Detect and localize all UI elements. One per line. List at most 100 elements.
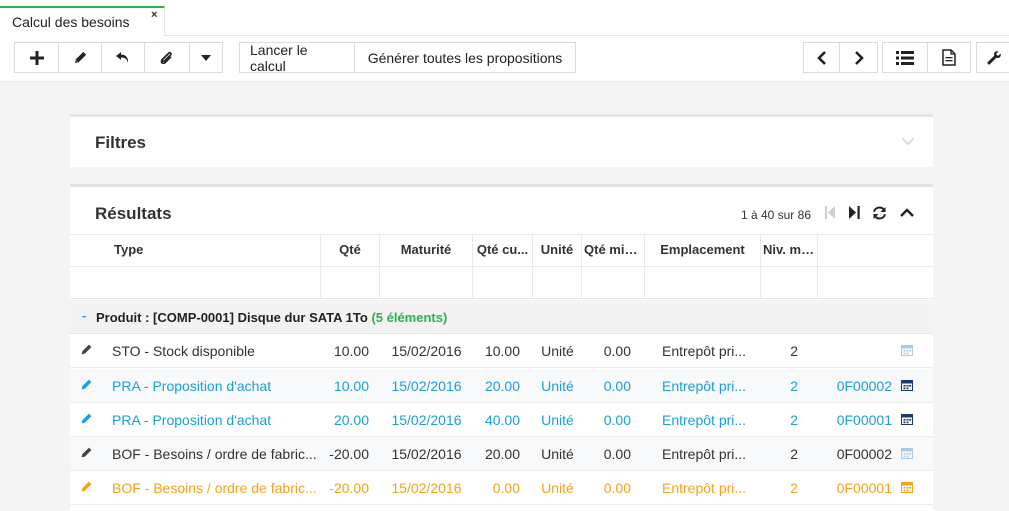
filter-row — [70, 267, 933, 299]
results-table-header: Type Qté Maturité Qté cu... Unité Qté mi… — [70, 234, 933, 267]
table-row[interactable]: BOF - Besoins / ordre de fabric... -20.00… — [70, 437, 933, 471]
list-icon — [896, 50, 914, 65]
list-view-button[interactable] — [882, 42, 928, 73]
add-button[interactable] — [14, 42, 59, 73]
cell-unite: Unité — [541, 412, 574, 428]
filter-cell-type[interactable] — [70, 267, 321, 299]
last-page-icon[interactable] — [849, 206, 860, 219]
cell-niv-max: 2 — [790, 412, 798, 428]
cell-type: PRA - Proposition d'achat — [112, 412, 272, 428]
column-header-niv-max[interactable]: Niv. max — [761, 235, 818, 267]
filter-cell-unite[interactable] — [533, 267, 582, 299]
cell-maturite: 15/02/2016 — [391, 412, 462, 428]
plus-icon — [29, 50, 44, 65]
collapse-icon[interactable] — [900, 208, 914, 217]
previous-button[interactable] — [803, 42, 840, 73]
cell-niv-max: 2 — [790, 446, 798, 462]
generate-proposals-button[interactable]: Générer toutes les propositions — [354, 42, 576, 73]
edit-row-icon[interactable] — [80, 480, 93, 493]
pencil-icon — [74, 51, 86, 64]
refresh-icon[interactable] — [872, 206, 887, 220]
chevron-down-icon[interactable] — [901, 137, 915, 146]
group-label: Produit : [COMP-0001] Disque dur SATA 1T… — [96, 310, 448, 325]
tab-strip: Calcul des besoins × — [0, 0, 1009, 36]
cell-niv-max: 2 — [790, 378, 798, 394]
edit-row-icon[interactable] — [80, 378, 93, 391]
tab-close-button[interactable]: × — [151, 9, 157, 21]
caret-down-icon — [201, 54, 211, 61]
cell-type: STO - Stock disponible — [112, 343, 255, 359]
filter-cell-qte-cumulee[interactable] — [473, 267, 533, 299]
cell-qte-min: 0.00 — [603, 343, 631, 359]
cell-reference: 0F00002 — [836, 378, 892, 394]
undo-icon — [116, 51, 129, 63]
calendar-icon[interactable] — [901, 413, 913, 425]
column-header-emplacement[interactable]: Emplacement — [645, 235, 761, 267]
filters-title: Filtres — [95, 133, 147, 152]
column-header-qte[interactable]: Qté — [321, 235, 380, 267]
table-row[interactable]: BOF - Besoins / ordre de fabric... -20.00… — [70, 471, 933, 505]
first-page-icon[interactable] — [825, 206, 835, 219]
chevron-right-icon — [854, 50, 864, 65]
edit-button[interactable] — [58, 42, 102, 73]
cell-reference: 0F00001 — [836, 412, 892, 428]
more-actions-dropdown[interactable] — [189, 42, 223, 73]
cell-qte: -20.00 — [329, 446, 369, 462]
cell-qte-cumulee: 10.00 — [484, 343, 520, 359]
calendar-icon[interactable] — [901, 481, 913, 493]
column-header-qte-cumulee[interactable]: Qté cu... — [473, 235, 533, 267]
cell-niv-max: 2 — [790, 480, 798, 496]
cell-maturite: 15/02/2016 — [391, 446, 462, 462]
group-row[interactable]: - Produit : [COMP-0001] Disque dur SATA … — [70, 300, 933, 334]
cell-qte: 10.00 — [333, 378, 369, 394]
filter-cell-emplacement[interactable] — [645, 267, 761, 299]
column-header-unite[interactable]: Unité — [533, 235, 582, 267]
cell-qte-min: 0.00 — [603, 412, 631, 428]
column-header-type[interactable]: Type — [70, 235, 321, 267]
cell-niv-max: 2 — [790, 343, 798, 359]
cell-maturite: 15/02/2016 — [391, 480, 462, 496]
calendar-icon[interactable] — [901, 344, 913, 356]
cell-unite: Unité — [541, 378, 574, 394]
cell-emplacement: Entrepôt pri... — [662, 446, 747, 462]
cell-unite: Unité — [541, 343, 574, 359]
filter-cell-qte[interactable] — [321, 267, 380, 299]
cell-emplacement: Entrepôt pri... — [662, 378, 747, 394]
column-header-qte-min[interactable]: Qté min... — [582, 235, 645, 267]
calendar-icon[interactable] — [901, 379, 913, 391]
cell-qte-min: 0.00 — [603, 480, 631, 496]
toolbar: Lancer le calcul Générer toutes les prop… — [0, 36, 1009, 82]
attach-button[interactable] — [144, 42, 190, 73]
table-row[interactable]: STO - Stock disponible 10.00 15/02/2016 10.… — [70, 334, 933, 368]
column-header-maturite[interactable]: Maturité — [380, 235, 473, 267]
cell-qte-cumulee: 20.00 — [484, 378, 520, 394]
cell-unite: Unité — [541, 480, 574, 496]
calendar-icon[interactable] — [901, 447, 913, 459]
cell-emplacement: Entrepôt pri... — [662, 480, 747, 496]
filter-cell-niv-max[interactable] — [761, 267, 818, 299]
next-button[interactable] — [839, 42, 878, 73]
filters-panel[interactable]: Filtres — [70, 114, 933, 167]
group-collapse-toggle[interactable]: - — [82, 308, 86, 323]
edit-row-icon[interactable] — [80, 343, 93, 356]
filter-cell-qte-min[interactable] — [582, 267, 645, 299]
filter-cell-maturite[interactable] — [380, 267, 473, 299]
edit-row-icon[interactable] — [80, 412, 93, 425]
cell-qte: -20.00 — [329, 480, 369, 496]
document-icon — [942, 49, 956, 66]
cell-type: BOF - Besoins / ordre de fabric... — [112, 446, 317, 462]
results-title: Résultats — [95, 204, 172, 223]
settings-button[interactable] — [976, 42, 1009, 73]
cell-type: PRA - Proposition d'achat — [112, 378, 272, 394]
group-count: (5 éléments) — [371, 310, 448, 325]
cell-unite: Unité — [541, 446, 574, 462]
cell-emplacement: Entrepôt pri... — [662, 343, 747, 359]
table-row[interactable]: PRA - Proposition d'achat 10.00 15/02/2016… — [70, 369, 933, 403]
undo-button[interactable] — [101, 42, 145, 73]
edit-row-icon[interactable] — [80, 446, 93, 459]
document-button[interactable] — [927, 42, 971, 73]
cell-reference: 0F00002 — [836, 446, 892, 462]
tab-calcul-des-besoins[interactable]: Calcul des besoins × — [0, 6, 165, 36]
table-row[interactable]: PRA - Proposition d'achat 2 0.00 15/02/2016… — [70, 403, 933, 437]
launch-calculation-button[interactable]: Lancer le calcul — [239, 42, 355, 74]
